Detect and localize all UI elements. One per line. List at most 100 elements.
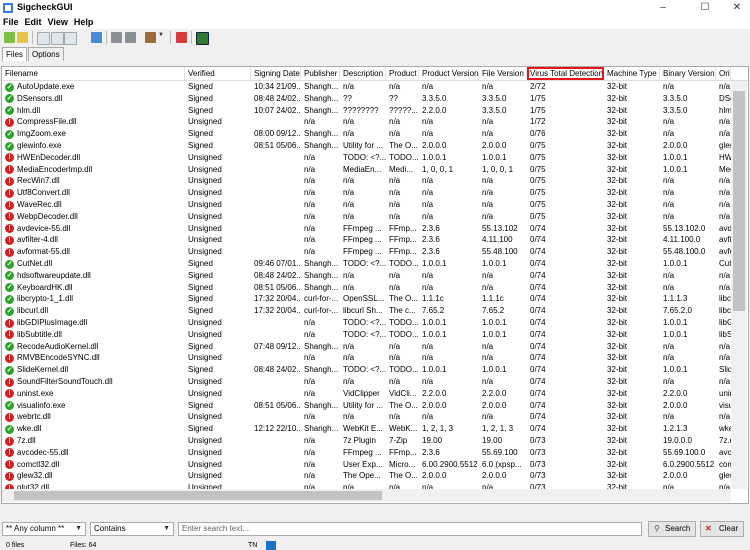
table-row[interactable]: ! HWEnDecoder.dll Unsigned n/a TODO: <?... TO… [2, 152, 748, 164]
column-header-description[interactable]: Description [340, 67, 386, 80]
column-header-filename[interactable]: Filename [2, 67, 185, 80]
table-row[interactable]: ! CompressFile.dll Unsigned n/a n/a n/a n/a n/a… [2, 116, 748, 128]
table-row[interactable]: ✓ hlm.dll Signed 10:07 24/02... Shangh...???… [2, 105, 748, 117]
column-header-publisher[interactable]: Publisher [301, 67, 340, 80]
table-cell: n/a [343, 200, 355, 209]
table-cell: hlm.dll [17, 105, 41, 115]
table-row[interactable]: ! WaveRec.dll Unsigned n/a n/a n/a n/a n/a 0/75 3… [2, 199, 748, 211]
table-cell: TODO... [389, 329, 419, 339]
pin-icon[interactable] [176, 32, 187, 43]
table-row[interactable]: ! RMVBEncodeSYNC.dll Unsigned n/a n/a n/a n/a n… [2, 352, 748, 364]
column-header-product-version[interactable]: Product Version [419, 67, 479, 80]
column-header-verified[interactable]: Verified [185, 67, 251, 80]
add-file-icon[interactable] [4, 32, 15, 43]
clear-button[interactable]: ✕ Clear [700, 521, 744, 537]
search-button[interactable]: ⚲ Search [648, 521, 696, 537]
horizontal-scroll-thumb[interactable] [14, 491, 382, 500]
copy-icon[interactable] [37, 32, 50, 45]
table-row[interactable]: ✓ libcrypto-1_1.dll Signed 17:32 20/04... cu… [2, 293, 748, 305]
broom-icon[interactable] [145, 32, 156, 43]
table-cell: 0/74 [530, 259, 546, 268]
table-row[interactable]: ✓ wke.dll Signed 12:12 22/10... Shangh... Web… [2, 423, 748, 435]
menu-view[interactable]: View [45, 16, 71, 29]
table-cell: 1.0.0.1 [482, 259, 507, 268]
table-cell: FFmpeg ... [343, 235, 382, 245]
menu-edit[interactable]: Edit [22, 16, 45, 29]
table-row[interactable]: ✓ ImgZoom.exe Signed 08:00 09/12... Shangh..… [2, 128, 748, 140]
table-row[interactable]: ✓ libcurl.dll Signed 17:32 20/04... curl-for… [2, 305, 748, 317]
table-row[interactable]: ! MediaEncoderImp.dll Unsigned n/a MediaEn..… [2, 164, 748, 176]
table-row[interactable]: ✓ RecodeAudioKernel.dll Signed 07:48 09/12.… [2, 341, 748, 353]
menu-help[interactable]: Help [71, 16, 97, 29]
table-row[interactable]: ✓ visualinfo.exe Signed 08:51 05/06... Shang… [2, 400, 748, 412]
table-row[interactable]: ! avformat-55.dll Unsigned n/a FFmpeg ... FFm… [2, 246, 748, 258]
table-cell: 10:34 21/09... [254, 82, 301, 91]
table-cell: 32-bit [607, 259, 628, 268]
table-row[interactable]: ! Utf8Convert.dll Unsigned n/a n/a n/a n/a n/a 0… [2, 187, 748, 199]
table-row[interactable]: ! webrtc.dll Unsigned n/a n/a n/a n/a n/a 0/74 32… [2, 411, 748, 423]
vertical-scroll-thumb[interactable] [733, 91, 745, 311]
match-mode-select[interactable]: Contains ▼ [90, 522, 174, 536]
table-cell: Unsigned [188, 459, 222, 469]
table-row[interactable]: ! glew32.dll Unsigned n/a The Ope... The O...… [2, 470, 748, 482]
table-cell: n/a [719, 200, 731, 209]
table-row[interactable]: ! RecWin7.dll Unsigned n/a n/a n/a n/a n/a 0/75 3… [2, 175, 748, 187]
table-row[interactable]: ✓ DSensors.dll Signed 08:48 24/02... Shangh.… [2, 93, 748, 105]
table-row[interactable]: ! avdevice-55.dll Unsigned n/a FFmpeg ... FFm… [2, 223, 748, 235]
paste-icon[interactable] [51, 32, 64, 45]
table-cell: Unsigned [188, 447, 222, 457]
vertical-scrollbar[interactable] [731, 81, 747, 489]
table-cell: WebKit E... [343, 424, 383, 434]
table-row[interactable]: ✓ KeyboardHK.dll Signed 08:51 05/06... Shang… [2, 282, 748, 294]
table-row[interactable]: ! comctl32.dll Unsigned n/a User Exp... Micro… [2, 459, 748, 471]
print-icon[interactable] [111, 32, 122, 43]
table-cell: glewinfo.exe [17, 141, 62, 150]
add-folder-icon[interactable] [17, 32, 28, 43]
table-cell: avfilter-4.dll [17, 235, 58, 245]
table-row[interactable]: ! avfilter-4.dll Unsigned n/a FFmpeg ... FFmp… [2, 234, 748, 246]
table-cell: 32-bit [607, 105, 628, 115]
table-row[interactable]: ! 7z.dll Unsigned n/a 7z Plugin 7-Zip 19.00 19.… [2, 435, 748, 447]
column-header-file-version[interactable]: File Version [479, 67, 527, 80]
table-row[interactable]: ✓ hdsoftwareupdate.dll Signed 08:48 24/02..… [2, 270, 748, 282]
column-header-binary-version[interactable]: Binary Version [660, 67, 716, 80]
minimize-button[interactable]: – [648, 0, 678, 16]
column-select[interactable]: ** Any column ** ▼ [2, 522, 86, 536]
table-row[interactable]: ! uninst.exe Unsigned n/a VidClipper VidCli..… [2, 388, 748, 400]
column-header-product[interactable]: Product [386, 67, 419, 80]
horizontal-scrollbar[interactable] [2, 489, 731, 502]
table-cell: curl-for-... [304, 294, 339, 304]
save-icon[interactable] [125, 32, 136, 43]
table-row[interactable]: ✓ AutoUpdate.exe Signed 10:34 21/09... Shang… [2, 81, 748, 93]
terminal-icon[interactable] [196, 32, 209, 45]
menu-file[interactable]: File [0, 16, 22, 29]
table-row[interactable]: ✓ CutNet.dll Signed 09:46 07/01... Shangh...… [2, 258, 748, 270]
chevron-down-icon[interactable]: ▼ [158, 32, 164, 43]
table-row[interactable]: ✓ SlideKernel.dll Signed 08:48 24/02... Shan… [2, 364, 748, 376]
table-row[interactable]: ! libGDIPlusImage.dll Unsigned n/a TODO: <?.… [2, 317, 748, 329]
column-header-machine-type[interactable]: Machine Type [604, 67, 660, 80]
table-row[interactable]: ! libSubtitle.dll Unsigned n/a TODO: <?... TO… [2, 329, 748, 341]
column-header-signing-date[interactable]: Signing Date [251, 67, 301, 80]
search-input[interactable]: Enter search text... [178, 522, 642, 536]
table-cell: 2.3.6 [422, 235, 440, 245]
table-cell: Shangh... [304, 105, 339, 115]
table-cell: Signed [188, 424, 213, 434]
table-row[interactable]: ! avcodec-55.dll Unsigned n/a FFmpeg ... FFmp… [2, 447, 748, 459]
table-cell: 0/74 [530, 247, 546, 257]
column-header-virus-total-detection[interactable]: Virus Total Detection [527, 67, 604, 80]
maximize-button[interactable]: ☐ [690, 0, 720, 16]
table-row[interactable]: ! WebpDecoder.dll Unsigned n/a n/a n/a n/a n/a 0… [2, 211, 748, 223]
table-cell: n/a [663, 129, 675, 139]
tab-files[interactable]: Files [2, 47, 27, 61]
table-cell: n/a [482, 341, 494, 351]
table-row[interactable]: ! SoundFilterSoundTouch.dll Unsigned n/a n/a… [2, 376, 748, 388]
table-cell: 32-bit [607, 365, 628, 375]
tab-options[interactable]: Options [28, 47, 64, 61]
document-icon[interactable] [64, 32, 77, 45]
close-button[interactable]: ✕ [722, 0, 750, 16]
refresh-icon[interactable] [91, 32, 102, 43]
column-header-original-name[interactable]: Ori [716, 67, 731, 80]
table-cell: DSen [719, 93, 731, 103]
table-row[interactable]: ✓ glewinfo.exe Signed 08:51 05/06... Shangh.… [2, 140, 748, 152]
